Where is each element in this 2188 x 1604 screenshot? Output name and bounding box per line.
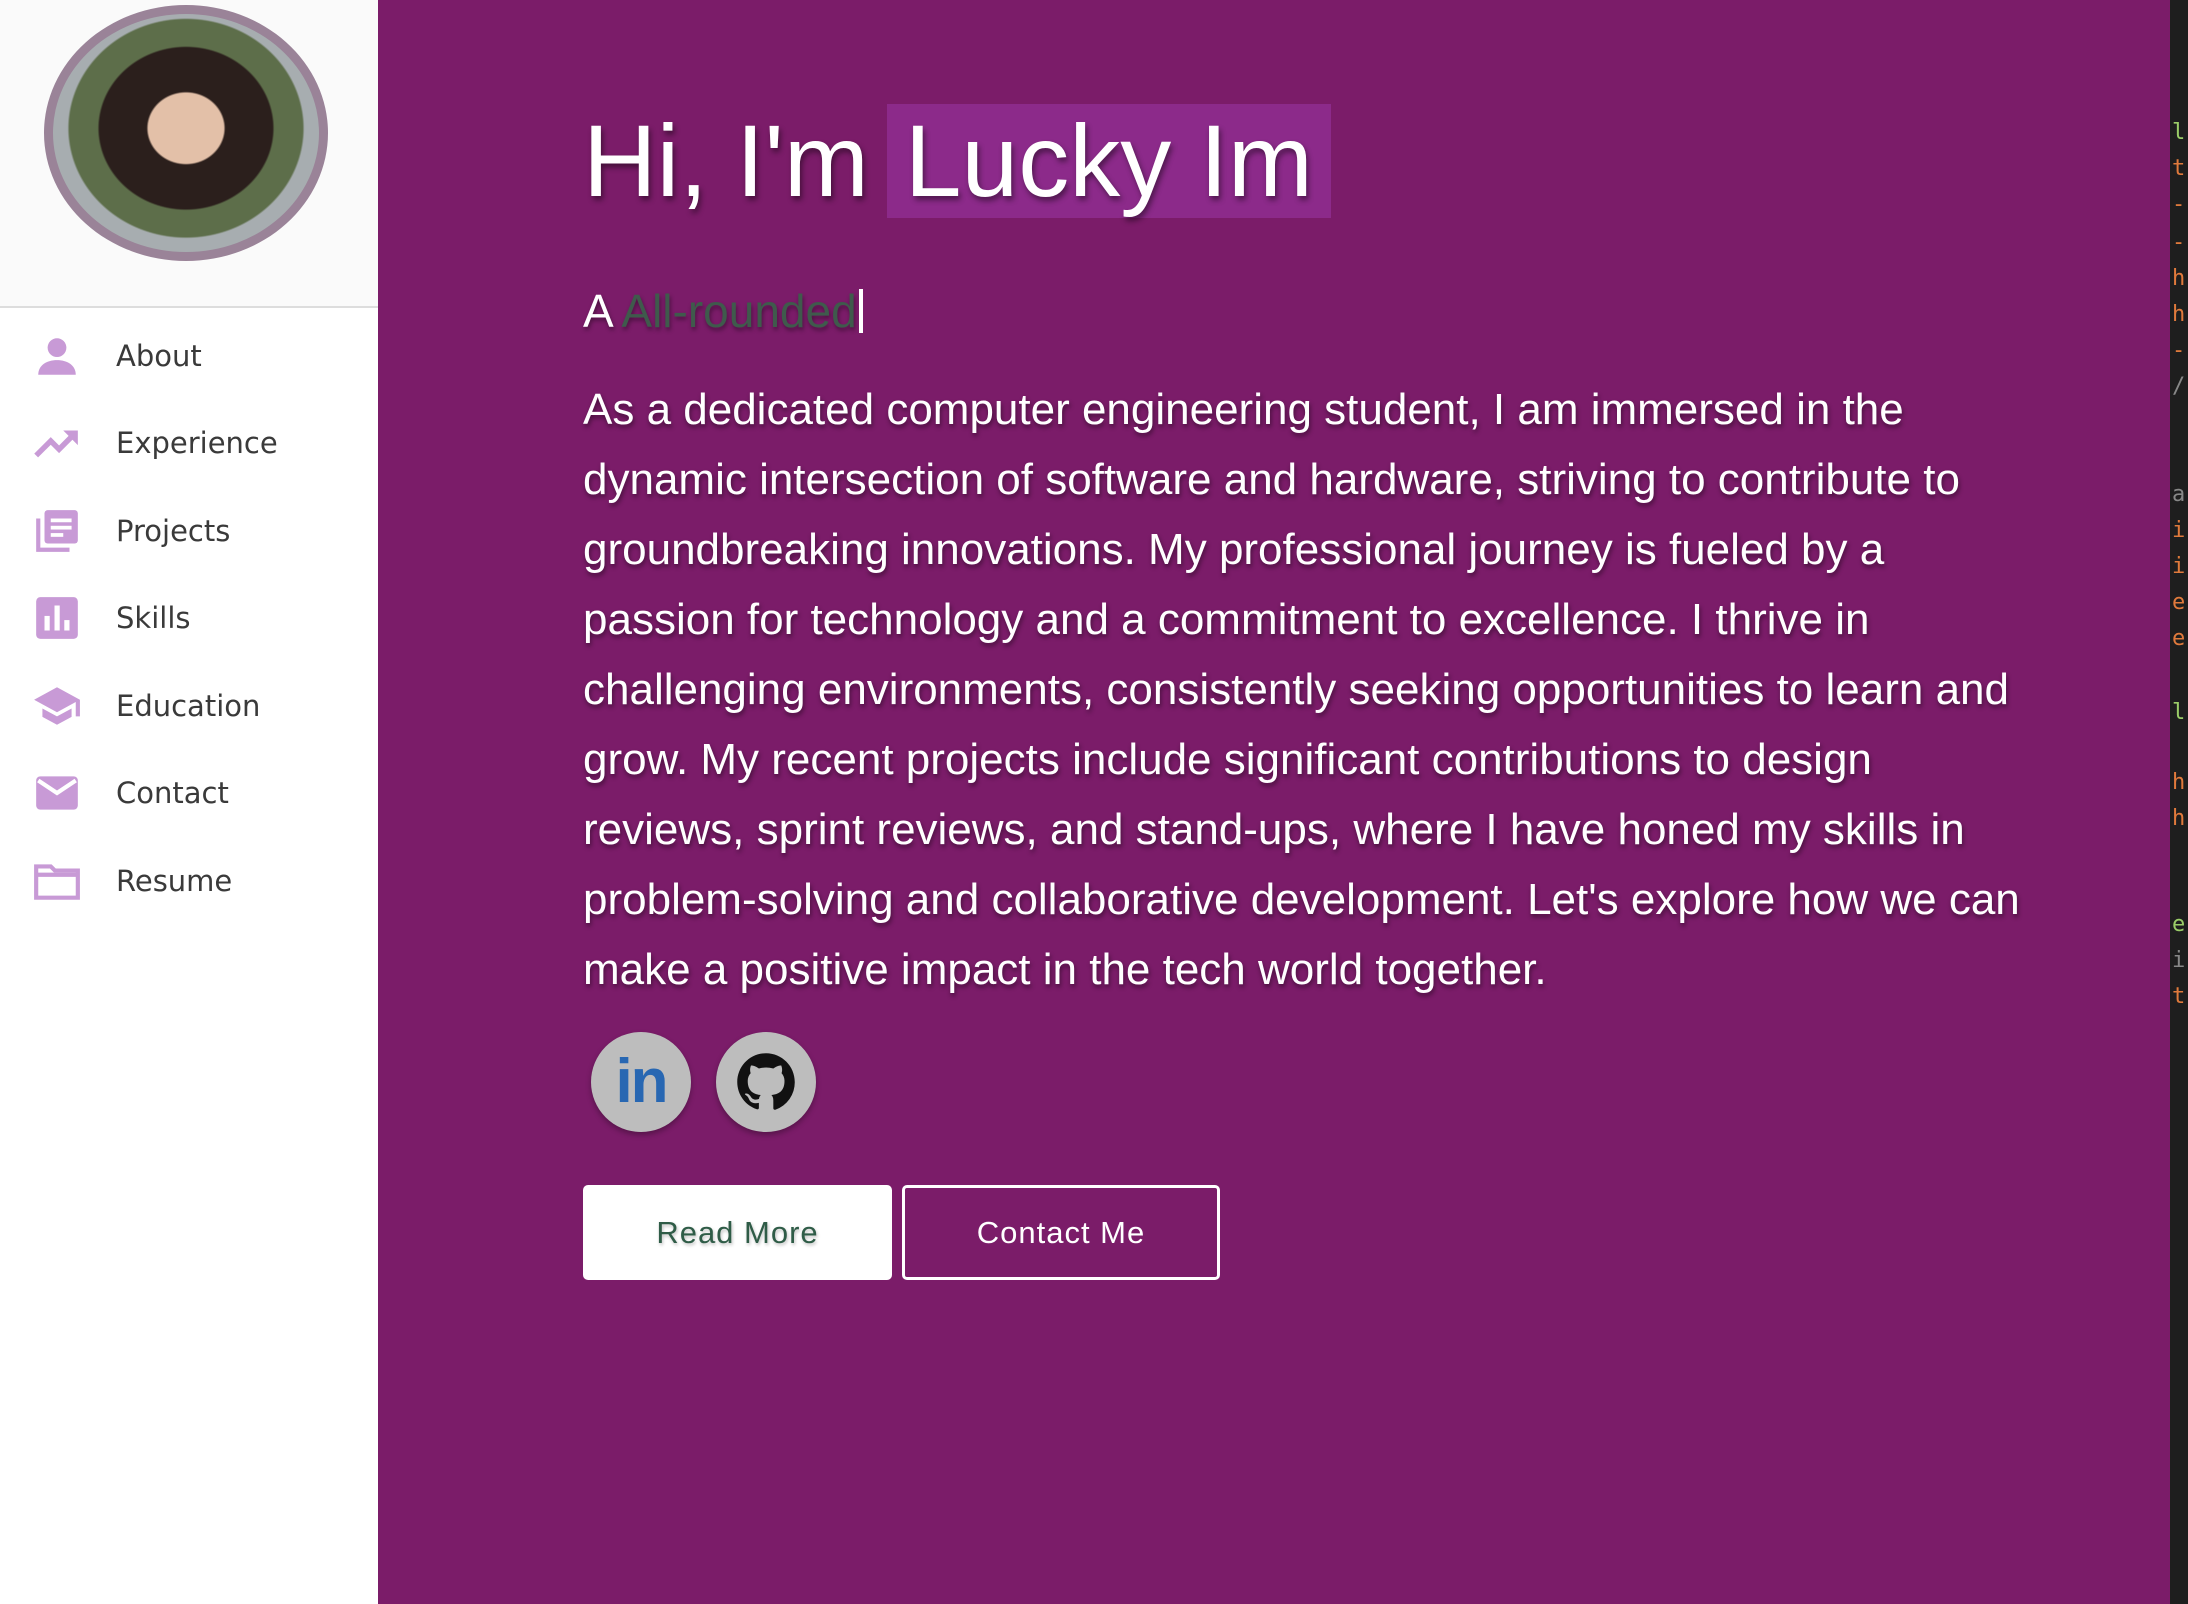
trending-up-icon [32,418,82,468]
hero-name: Lucky Im [886,104,1331,218]
linkedin-button[interactable]: in [591,1032,691,1132]
graduation-cap-icon [32,681,82,731]
avatar [44,5,328,261]
sidebar-item-label: About [116,338,202,373]
person-icon [32,331,82,381]
sidebar-item-skills[interactable]: Skills [0,575,378,663]
typed-subtitle: A All-rounded [583,284,863,338]
sidebar-item-label: Resume [116,863,233,898]
read-more-button[interactable]: Read More [583,1185,892,1280]
linkedin-icon: in [615,1047,668,1116]
contact-me-button[interactable]: Contact Me [902,1185,1220,1280]
sidebar: About Experience Projects Skills Educati… [0,0,379,1604]
sidebar-item-contact[interactable]: Contact [0,750,378,838]
profile-header [0,0,378,308]
greeting-prefix: Hi, I'm [583,104,869,218]
sidebar-item-projects[interactable]: Projects [0,487,378,575]
code-editor-edge: l t - - h h - / a i i e e l h h e i t [2170,0,2188,1604]
sidebar-item-education[interactable]: Education [0,662,378,750]
folder-icon [32,856,82,906]
sidebar-nav: About Experience Projects Skills Educati… [0,312,378,925]
mail-icon [32,768,82,818]
library-books-icon [32,506,82,556]
bio-paragraph: As a dedicated computer engineering stud… [583,385,2020,994]
github-button[interactable] [716,1032,816,1132]
bar-chart-icon [32,593,82,643]
sidebar-item-resume[interactable]: Resume [0,837,378,925]
subtitle-prefix: A [583,285,612,337]
sidebar-item-label: Projects [116,513,231,548]
sidebar-item-label: Education [116,688,261,723]
sidebar-item-experience[interactable]: Experience [0,400,378,488]
sidebar-item-about[interactable]: About [0,312,378,400]
typed-word: All-rounded [621,285,857,337]
sidebar-item-label: Skills [116,601,191,636]
typing-cursor [858,289,863,333]
hero-heading: Hi, I'm Lucky Im [583,100,1331,222]
github-icon [737,1053,795,1110]
sidebar-item-label: Contact [116,776,229,811]
sidebar-item-label: Experience [116,426,278,461]
